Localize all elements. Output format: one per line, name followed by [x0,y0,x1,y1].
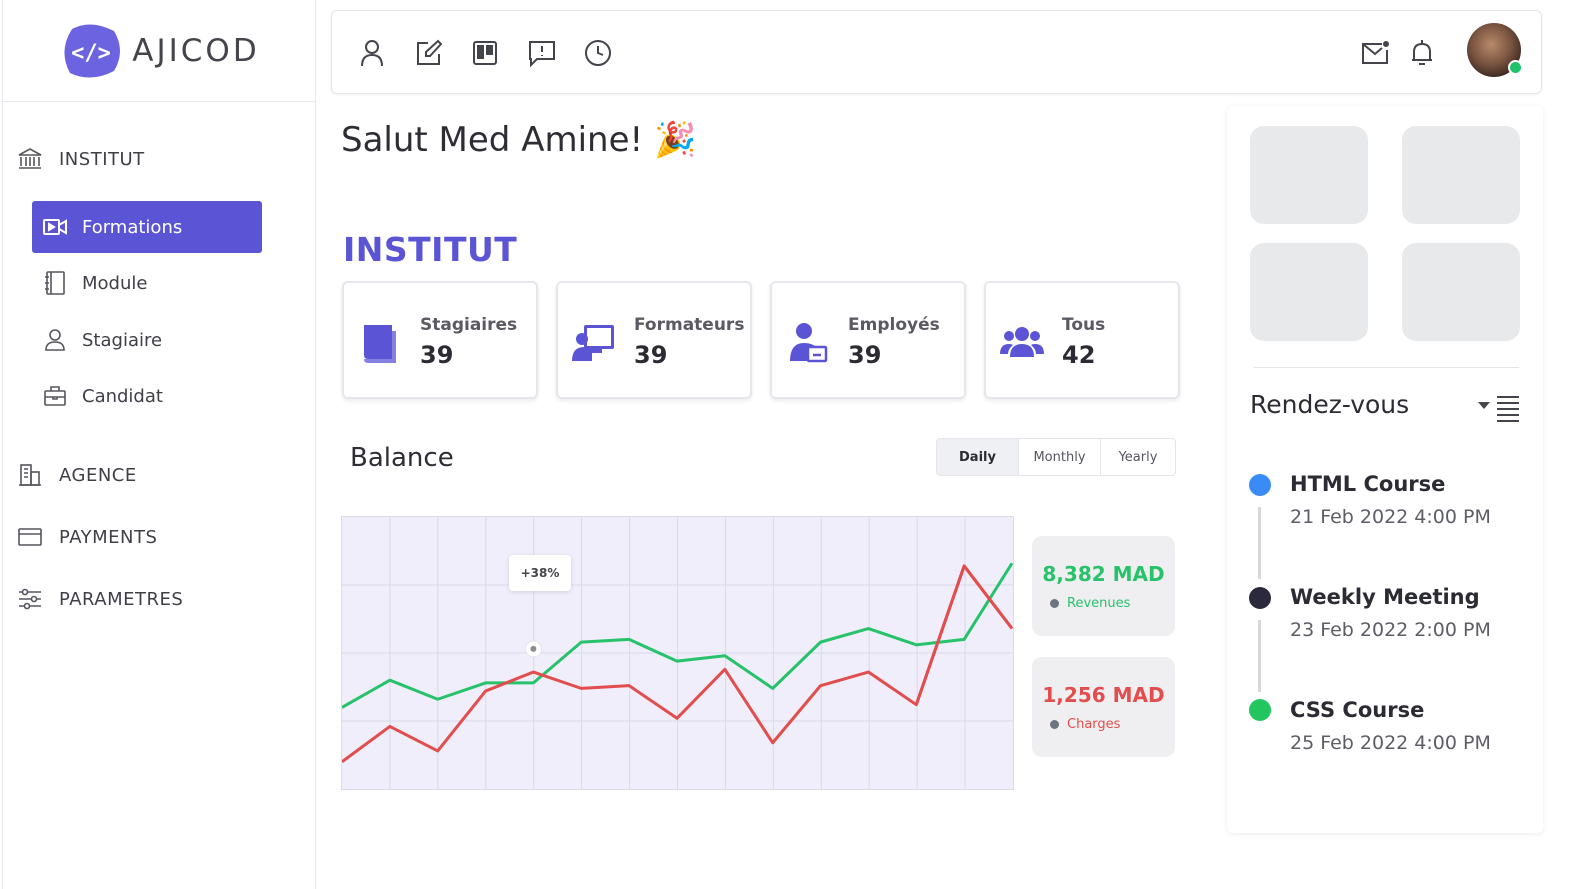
sidebar-section-label: PARAMETRES [59,588,184,610]
employee-icon [790,323,828,363]
period-selector: Daily Monthly Yearly [936,438,1176,476]
stat-card-stagiaires[interactable]: Stagiaires 39 [342,281,538,399]
app-root: </> AJICOD INSTITUT Formations Module St… [0,0,1594,889]
charges-value: 1,256 MAD [1042,683,1165,707]
charges-card: 1,256 MAD Charges [1032,657,1175,757]
charges-legend: Charges [1050,717,1120,732]
sidebar-item-module[interactable]: Module [32,257,262,309]
event-dot [1249,474,1271,496]
sidebar-section-payments[interactable]: PAYMENTS [17,524,157,550]
party-icon: 🎉 [653,120,697,160]
stat-card-tous[interactable]: Tous 42 [984,281,1180,399]
sidebar-item-formations[interactable]: Formations [32,201,262,253]
stat-label: Stagiaires [420,315,518,335]
stat-value: 39 [634,341,668,369]
sidebar-section-agence[interactable]: AGENCE [17,462,137,488]
brand-name: AJICOD [132,32,260,69]
balance-chart-svg [341,517,1014,789]
greeting-text: Salut Med Amine! [341,120,644,160]
users-icon [1000,327,1044,357]
event-title[interactable]: Weekly Meeting [1290,585,1480,609]
chart-marker-dot [530,645,537,652]
sliders-icon [19,588,41,610]
timeline-line [1258,620,1261,692]
teacher-icon [572,325,614,361]
sidebar-section-label: PAYMENTS [59,526,158,548]
event-date: 25 Feb 2022 4:00 PM [1290,732,1491,754]
sidebar-section-label: AGENCE [59,464,137,486]
board-icon[interactable] [469,37,501,69]
stat-card-formateurs[interactable]: Formateurs 39 [556,281,752,399]
notebook-icon [45,271,65,295]
sidebar-section-parametres[interactable]: PARAMETRES [17,586,183,612]
sidebar: </> AJICOD INSTITUT Formations Module St… [2,0,316,889]
topbar [331,10,1542,94]
tab-monthly[interactable]: Monthly [1019,439,1101,475]
stat-label: Employés [848,315,940,335]
clock-icon[interactable] [582,37,614,69]
message-alert-icon[interactable] [526,37,558,69]
online-status-dot [1508,60,1523,75]
event-dot [1249,699,1271,721]
filter-list-icon[interactable] [1477,393,1521,423]
book-icon [364,325,396,363]
event-dot [1249,587,1271,609]
briefcase-icon [44,386,66,406]
divider [1254,367,1519,368]
stat-value: 39 [420,341,454,369]
tab-yearly[interactable]: Yearly [1101,439,1175,475]
stat-label: Formateurs [634,315,745,335]
chart-tooltip: +38% [509,555,571,591]
balance-chart [341,516,1014,790]
card-icon [18,528,42,546]
sidebar-item-candidat[interactable]: Candidat [32,370,262,422]
logo[interactable]: </> AJICOD [3,0,315,102]
sidebar-item-stagiaire[interactable]: Stagiaire [32,314,262,366]
sidebar-item-label: Formations [82,216,183,238]
event-date: 21 Feb 2022 4:00 PM [1290,506,1491,528]
sidebar-section-institut[interactable]: INSTITUT [17,146,145,172]
sidebar-section-label: INSTITUT [59,148,145,170]
mail-icon[interactable] [1359,37,1391,69]
event-date: 23 Feb 2022 2:00 PM [1290,619,1491,641]
legend-dot [1050,599,1059,608]
logo-icon: </> [64,23,121,78]
stat-label: Tous [1062,315,1106,335]
video-icon [43,219,67,235]
revenues-label: Revenues [1067,596,1131,611]
balance-title: Balance [350,443,454,473]
charges-label: Charges [1067,717,1121,732]
building-icon [19,464,41,486]
placeholder-tile [1250,243,1368,341]
stat-value: 42 [1062,341,1096,369]
bank-icon [18,148,42,169]
sidebar-item-label: Module [82,272,148,294]
placeholder-tile [1402,243,1520,341]
svg-text:</>: </> [71,41,111,66]
event-title[interactable]: HTML Course [1290,472,1445,496]
timeline-line [1258,507,1261,579]
stat-value: 39 [848,341,882,369]
greeting: Salut Med Amine! 🎉 [341,120,696,160]
tab-daily[interactable]: Daily [937,439,1019,475]
section-title: INSTITUT [343,230,518,269]
legend-dot [1050,720,1059,729]
user-icon [45,329,65,351]
placeholder-tile [1402,126,1520,224]
revenues-value: 8,382 MAD [1042,562,1165,586]
profile-icon[interactable] [356,37,388,69]
avatar[interactable] [1467,23,1523,77]
placeholder-tile [1250,126,1368,224]
rendezvous-title: Rendez-vous [1250,390,1410,419]
edit-icon[interactable] [413,37,445,69]
sidebar-item-label: Stagiaire [82,329,163,351]
bell-icon[interactable] [1406,37,1438,69]
sidebar-item-label: Candidat [82,385,163,407]
revenues-legend: Revenues [1050,596,1130,611]
stat-card-employes[interactable]: Employés 39 [770,281,966,399]
revenues-card: 8,382 MAD Revenues [1032,536,1175,636]
event-title[interactable]: CSS Course [1290,698,1424,722]
